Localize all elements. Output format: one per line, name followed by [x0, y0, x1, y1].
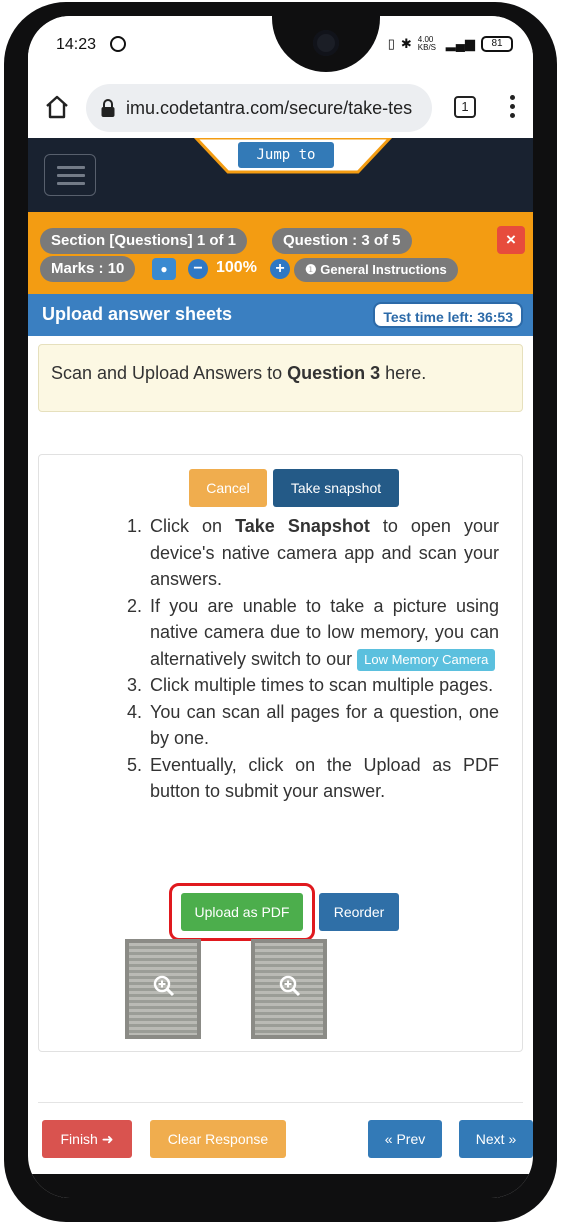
list-item: 3. Click multiple times to scan multiple … [127, 675, 494, 695]
zoom-in-icon[interactable]: + [270, 259, 290, 279]
list-item: 5. Eventually, click on the Upload as PDF… [127, 754, 499, 802]
signout-icon: ➜ [101, 1131, 114, 1147]
more-menu-icon[interactable] [508, 92, 516, 122]
info-suffix: here. [380, 363, 427, 383]
page-thumbnail[interactable] [251, 939, 327, 1039]
question-header: Section [Questions] 1 of 1 Question : 3 … [28, 212, 533, 294]
page-title: Upload answer sheets [42, 304, 233, 324]
take-snapshot-button[interactable]: Take snapshot [273, 469, 399, 507]
info-alert: Scan and Upload Answers to Question 3 he… [38, 344, 523, 412]
status-icons: ▯ ✱ 4.00 KB/S ▂▄▆ 81 [388, 36, 513, 52]
zoom-out-icon[interactable]: − [188, 259, 208, 279]
step-bold: Take Snapshot [235, 516, 370, 536]
question-badge: Question : 3 of 5 [272, 228, 412, 254]
info-prefix: Scan and Upload Answers to [51, 363, 288, 383]
zoom-in-icon[interactable] [153, 975, 175, 997]
status-time: 14:23 [56, 36, 97, 53]
phone-frame: 14:23 ▯ ✱ 4.00 KB/S ▂▄▆ 81 imu.codetantr… [4, 2, 557, 1222]
general-instructions-label: General Instructions [320, 262, 447, 277]
cancel-button[interactable]: Cancel [189, 469, 267, 507]
list-item: 2. If you are unable to take a picture us… [107, 593, 499, 673]
url-text[interactable]: imu.codetantra.com/secure/take-tes [126, 98, 426, 119]
network-speed: 4.00 KB/S [417, 35, 437, 52]
whatsapp-icon [110, 36, 126, 52]
signal-icon: ▂▄▆ [445, 36, 475, 51]
step-text: Click on [150, 516, 236, 536]
info-icon: ❶ [305, 262, 321, 277]
browser-toolbar: imu.codetantra.com/secure/take-tes 1 [28, 80, 533, 138]
zoom-in-icon[interactable] [279, 975, 301, 997]
title-bar: Upload answer sheets Test time left: 36:… [28, 294, 533, 336]
step-text: Eventually, click on the Upload as PDF b… [150, 754, 499, 802]
list-item: 1. Click on Take Snapshot to open your de… [127, 516, 499, 589]
vibrate-icon: ▯ [387, 36, 395, 51]
step-text: Click multiple times to scan multiple pa… [150, 675, 494, 695]
status-bar: 14:23 ▯ ✱ 4.00 KB/S ▂▄▆ 81 [28, 16, 533, 80]
timer-badge: Test time left: 36:53 [373, 302, 523, 328]
page-thumbnail[interactable] [125, 939, 201, 1039]
instruction-list: 1. Click on Take Snapshot to open your de… [107, 513, 499, 805]
clear-response-button[interactable]: Clear Response [150, 1120, 286, 1158]
list-item: 4. You can scan all pages for a question,… [127, 701, 499, 749]
app-navbar: Jump to [28, 138, 533, 212]
reorder-button[interactable]: Reorder [319, 893, 399, 931]
finish-button[interactable]: Finish ➜ [42, 1120, 132, 1158]
low-memory-camera-button[interactable]: Low Memory Camera [357, 648, 496, 671]
info-text: Scan and Upload Answers to Question 3 he… [51, 363, 426, 384]
zoom-level: 100% [216, 259, 257, 276]
hamburger-menu-icon[interactable] [44, 154, 96, 196]
general-instructions-button[interactable]: ❶ General Instructions [294, 258, 458, 282]
battery-icon: 81 [481, 36, 513, 52]
tabs-icon[interactable]: 1 [454, 96, 476, 118]
step-text: You can scan all pages for a question, o… [150, 701, 499, 749]
section-badge: Section [Questions] 1 of 1 [40, 228, 248, 254]
next-button[interactable]: Next » [459, 1120, 533, 1158]
footer-divider [38, 1102, 523, 1103]
upload-panel: Cancel Take snapshot 1. Click on Take Sna… [38, 454, 523, 1052]
close-icon[interactable]: × [497, 226, 525, 254]
address-bar[interactable]: imu.codetantra.com/secure/take-tes [86, 84, 432, 132]
lock-icon [101, 99, 115, 117]
jump-to-button[interactable]: Jump to [238, 142, 334, 168]
comment-icon[interactable]: ● [152, 258, 176, 280]
home-icon[interactable] [44, 94, 70, 120]
info-question: Question 3 [287, 363, 381, 383]
camera-notch [272, 16, 380, 72]
phone-bottom-bezel [28, 1174, 533, 1198]
prev-button[interactable]: « Prev [368, 1120, 442, 1158]
upload-pdf-button[interactable]: Upload as PDF [181, 893, 303, 931]
marks-badge: Marks : 10 [40, 256, 136, 282]
jump-to-tab: Jump to [192, 138, 394, 192]
bluetooth-icon: ✱ [400, 36, 412, 51]
finish-label: Finish [60, 1131, 98, 1147]
screen: 14:23 ▯ ✱ 4.00 KB/S ▂▄▆ 81 imu.codetantr… [28, 16, 533, 1198]
front-camera [313, 30, 339, 56]
